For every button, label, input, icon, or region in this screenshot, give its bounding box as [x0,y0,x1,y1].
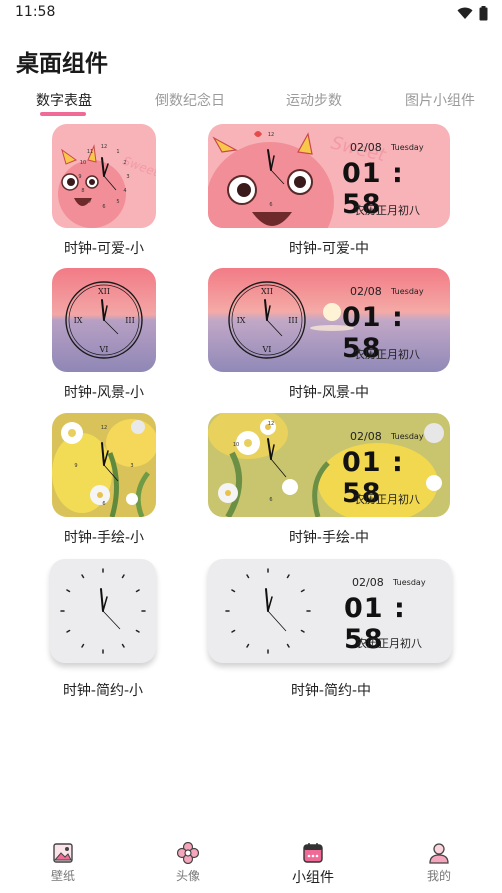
page-title: 桌面组件 [16,51,108,77]
caption-cute-medium: 时钟-可爱-中 [288,241,370,257]
svg-text:3: 3 [130,463,133,469]
simple-digital-panel: 02/08 Tuesday 01 : 58 农历正月初八 [208,559,452,663]
tab-indicator [40,112,86,116]
nav-label-avatar: 头像 [175,869,200,883]
caption-scenery-small: 时钟-风景-小 [63,385,145,401]
date-label: 02/08 [352,576,384,589]
widget-simple-small[interactable] [50,559,156,663]
svg-text:1: 1 [116,149,119,155]
battery-icon [479,6,488,21]
nav-profile[interactable]: 我的 [404,842,474,884]
nav-wallpaper[interactable]: 壁纸 [28,842,98,884]
status-icons [457,6,488,21]
widget-cute-medium[interactable]: Sweet 12 6 02/08 Tuesday 01 : 58 农历正月初八 [208,124,450,228]
svg-text:2: 2 [123,160,126,166]
svg-text:9: 9 [78,174,81,180]
weekday-label: Tuesday [391,432,424,441]
date-label: 02/08 [350,285,382,298]
wallpaper-icon [53,843,73,863]
svg-text:8: 8 [81,188,84,194]
caption-scenery-medium: 时钟-风景-中 [288,385,370,401]
svg-text:11: 11 [87,149,93,155]
status-time: 11:58 [15,4,56,20]
widget-icon [303,843,323,863]
svg-text:12: 12 [101,144,107,150]
avatar-flower-icon [177,842,199,864]
nav-label-widget: 小组件 [292,870,334,886]
lunar-date: 农历正月初八 [354,493,420,506]
weekday-label: Tuesday [393,578,426,587]
svg-text:5: 5 [116,199,119,205]
widget-scenery-medium[interactable]: XII III VI IX 02/08 Tuesday 01 : 58 农历正月… [208,268,450,372]
lunar-date: 农历正月初八 [356,637,422,650]
bottom-nav: 壁纸 头像 小组件 我的 [0,836,502,893]
widget-scenery-small[interactable]: XII III VI IX [52,268,156,372]
svg-text:7: 7 [88,199,91,205]
wifi-icon [457,7,473,19]
caption-simple-small: 时钟-简约-小 [62,683,144,699]
handdrawn-flower-clock-art: 12 3 6 9 [52,413,156,517]
status-bar: 11:58 [0,0,502,28]
date-label: 02/08 [350,141,382,154]
weekday-label: Tuesday [391,143,424,152]
svg-text:10: 10 [80,160,86,166]
tab-photo-widget[interactable]: 图片小组件 [405,90,475,110]
widget-cute-small[interactable]: Sweet 12 3 6 9 1 2 4 5 7 8 10 11 [52,124,156,228]
nav-avatar[interactable]: 头像 [153,842,223,884]
caption-cute-small: 时钟-可爱-小 [63,241,145,257]
tab-digital-clock[interactable]: 数字表盘 [36,90,92,110]
caption-handdrawn-medium: 时钟-手绘-中 [288,530,370,546]
svg-text:VI: VI [99,345,109,354]
tab-steps[interactable]: 运动步数 [286,90,342,110]
widget-handdrawn-medium[interactable]: 12 10 6 02/08 Tuesday 01 : 58 农历正月初八 [208,413,450,517]
svg-text:6: 6 [102,204,105,210]
nav-widget[interactable]: 小组件 [278,842,348,887]
cute-digital-panel: 02/08 Tuesday 01 : 58 农历正月初八 [208,124,450,228]
handdrawn-digital-panel: 02/08 Tuesday 01 : 58 农历正月初八 [208,413,450,517]
scenery-digital-panel: 02/08 Tuesday 01 : 58 农历正月初八 [208,268,450,372]
lunar-date: 农历正月初八 [354,348,420,361]
svg-text:4: 4 [123,188,126,194]
date-label: 02/08 [350,430,382,443]
simple-clock-face [60,568,146,654]
svg-text:9: 9 [74,463,77,469]
nav-label-wallpaper: 壁纸 [50,869,75,883]
widget-simple-medium[interactable]: 02/08 Tuesday 01 : 58 农历正月初八 [208,559,452,663]
weekday-label: Tuesday [391,287,424,296]
svg-text:3: 3 [126,174,129,180]
widget-handdrawn-small[interactable]: 12 3 6 9 [52,413,156,517]
profile-icon [429,843,449,864]
svg-text:XII: XII [98,287,110,296]
scenery-clock-art: XII III VI IX [52,268,156,372]
svg-text:III: III [125,316,134,325]
caption-simple-medium: 时钟-简约-中 [290,683,372,699]
svg-text:6: 6 [102,501,105,507]
tab-countdown[interactable]: 倒数纪念日 [155,90,225,110]
caption-handdrawn-small: 时钟-手绘-小 [63,530,145,546]
nav-label-profile: 我的 [426,869,451,883]
svg-text:IX: IX [74,316,83,325]
cute-monster-clock-art: Sweet 12 3 6 9 1 2 4 5 7 8 10 11 [52,124,156,228]
lunar-date: 农历正月初八 [354,204,420,217]
svg-text:12: 12 [101,425,107,431]
